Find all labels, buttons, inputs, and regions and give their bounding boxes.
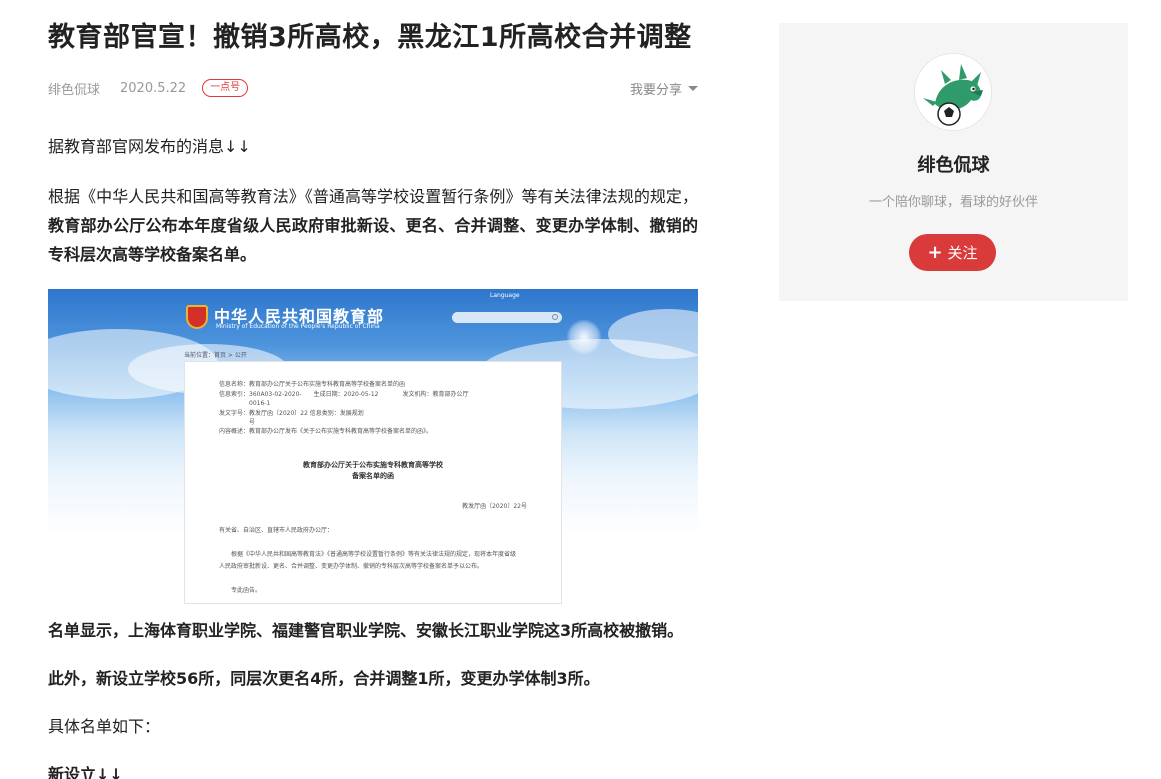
share-label: 我要分享 <box>629 82 682 98</box>
new-section-heading: 新设立↓↓ <box>48 765 123 779</box>
doc-meta-row: 信息名称：教育部办公厅关于公布实施专科教育高等学校备案名单的函 <box>219 381 406 388</box>
doc-meta-row: 号 <box>219 419 256 426</box>
source-badge: 一点号 <box>202 79 249 97</box>
site-search-box <box>452 312 562 323</box>
law-text-plain: 根据《中华人民共和国高等教育法》《普通高等学校设置暂行条例》等有关法律法规的规定… <box>48 187 698 206</box>
language-link: Language <box>490 292 520 299</box>
doc-meta-row: 发文字号：教发厅函〔2020〕22 信息类别：发展规划 <box>219 410 364 417</box>
doc-closing: 专此函告。 <box>231 587 262 594</box>
dragon-football-avatar-icon <box>915 54 991 130</box>
doc-title: 备案名单的函 <box>352 472 394 480</box>
article-meta: 绯色侃球 2020.5.22 一点号 我要分享 <box>48 76 698 100</box>
doc-body: 人民政府审批新设、更名、合并调整、变更办学体制、撤销的专科层次高等学校备案名单予… <box>219 563 484 570</box>
law-paragraph: 根据《中华人民共和国高等教育法》《普通高等学校设置暂行条例》等有关法律法规的规定… <box>48 182 698 269</box>
share-dropdown[interactable]: 我要分享 <box>630 76 698 100</box>
follow-label: 关注 <box>947 244 978 262</box>
national-emblem-icon <box>186 305 208 329</box>
follow-button[interactable]: + 关注 <box>909 234 996 271</box>
doc-meta-row: 内容概述：教育部办公厅发布《关于公布实施专科教育高等学校备案名单的函》。 <box>219 428 433 435</box>
revoked-list-paragraph: 名单显示，上海体育职业学院、福建警官职业学院、安徽长江职业学院这3所高校被撤销。 <box>48 621 684 640</box>
search-icon <box>552 314 558 320</box>
doc-body: 根据《中华人民共和国高等教育法》《普通高等学校设置暂行条例》等有关法律法规的规定… <box>231 551 517 558</box>
avatar[interactable] <box>914 53 992 131</box>
chevron-down-icon <box>688 85 698 91</box>
doc-meta-row: 信息索引：360A03-02-2020- 生成日期：2020-05-12 发文机… <box>219 391 469 398</box>
doc-salutation: 有关省、自治区、直辖市人民政府办公厅： <box>219 527 334 534</box>
author-name[interactable]: 绯色侃球 <box>779 151 1128 177</box>
article: 教育部官宣！撤销3所高校，黑龙江1所高校合并调整 绯色侃球 2020.5.22 … <box>48 18 698 779</box>
doc-number: 教发厅函〔2020〕22号 <box>462 503 527 510</box>
article-image: 中华人民共和国教育部 Ministry of Education of the … <box>48 289 698 604</box>
publish-date: 2020.5.22 <box>120 80 187 96</box>
plus-icon: + <box>927 241 943 263</box>
summary-paragraph: 此外，新设立学校56所，同层次更名4所，合并调整1所，变更办学体制3所。 <box>48 669 600 688</box>
author-card: 绯色侃球 一个陪你聊球，看球的好伙伴 + 关注 <box>779 23 1128 301</box>
site-name-english: Ministry of Education of the People's Re… <box>216 323 380 330</box>
intro-paragraph: 据教育部官网发布的消息↓↓ <box>48 137 251 156</box>
breadcrumb: 当前位置：首页 > 公开 <box>184 352 247 359</box>
author-description: 一个陪你聊球，看球的好伙伴 <box>868 195 1038 210</box>
author-link[interactable]: 绯色侃球 <box>48 79 100 98</box>
dandelion-decoration <box>566 319 602 355</box>
document-panel: 信息名称：教育部办公厅关于公布实施专科教育高等学校备案名单的函 信息索引：360… <box>184 361 562 604</box>
doc-title: 教育部办公厅关于公布实施专科教育高等学校 <box>303 461 443 469</box>
detail-paragraph: 具体名单如下： <box>48 717 161 736</box>
law-text-bold: 教育部办公厅公布本年度省级人民政府审批新设、更名、合并调整、变更办学体制、撤销的… <box>48 216 698 264</box>
doc-meta-row: 0016-1 <box>219 400 271 407</box>
article-title: 教育部官宣！撤销3所高校，黑龙江1所高校合并调整 <box>48 22 692 53</box>
